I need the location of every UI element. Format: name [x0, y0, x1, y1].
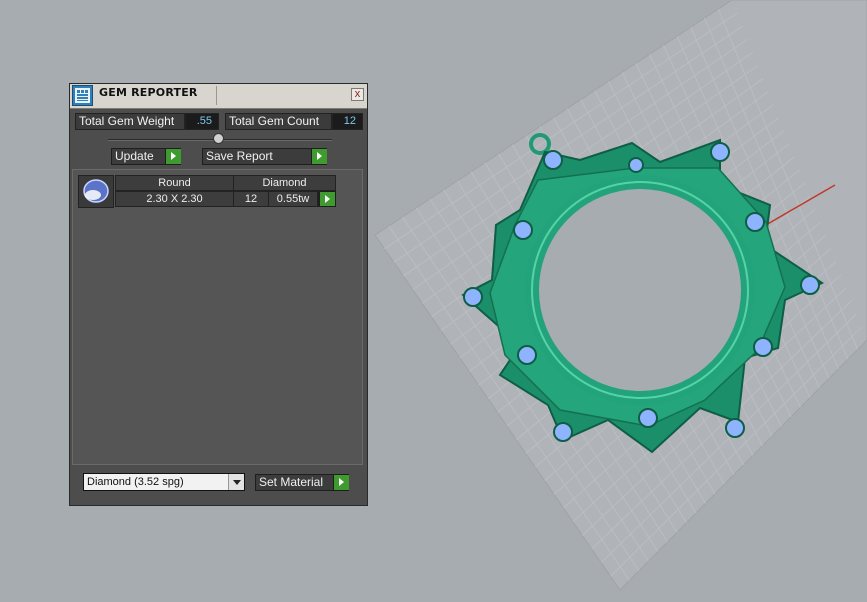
gem-shape-cell: Round [115, 175, 234, 191]
total-gem-weight-value: .55 [185, 113, 219, 130]
gem [463, 287, 483, 307]
gem-thumbnail [78, 175, 114, 208]
gem-reporter-app-icon [72, 85, 93, 106]
pendant-main-ring [525, 175, 755, 405]
gem [517, 345, 537, 365]
total-gem-count-value: 12 [332, 113, 363, 130]
play-arrow-icon [311, 149, 327, 164]
panel-titlebar[interactable]: GEM REPORTER x [70, 84, 367, 109]
gem [710, 142, 730, 162]
gem [638, 408, 658, 428]
set-material-button-label: Set Material [259, 475, 324, 489]
gem [628, 157, 644, 173]
round-gem-icon [83, 179, 109, 203]
gem-row-action-button[interactable] [318, 191, 336, 207]
material-select-value: Diamond (3.52 spg) [87, 476, 184, 488]
close-button[interactable]: x [351, 88, 364, 101]
play-arrow-icon [165, 149, 181, 164]
chevron-down-icon[interactable] [228, 474, 244, 490]
titlebar-separator [216, 86, 217, 105]
panel-slider-knob[interactable] [213, 133, 224, 144]
update-button-label: Update [115, 149, 154, 163]
material-select[interactable]: Diamond (3.52 spg) [83, 473, 245, 491]
play-arrow-icon [333, 475, 349, 490]
gem-count-cell: 12 [233, 191, 269, 207]
gem-list[interactable] [72, 169, 363, 465]
play-arrow-icon [319, 192, 335, 206]
gem [745, 212, 765, 232]
gem-weight-cell: 0.55tw [268, 191, 318, 207]
gem [800, 275, 820, 295]
gem-size-cell: 2.30 X 2.30 [115, 191, 234, 207]
gem [553, 422, 573, 442]
total-gem-count-label: Total Gem Count [225, 113, 332, 130]
set-material-button[interactable]: Set Material [255, 474, 349, 491]
gem [543, 150, 563, 170]
gem-reporter-panel: GEM REPORTER x Total Gem Weight .55 Tota… [69, 83, 368, 506]
update-button[interactable]: Update [111, 148, 181, 165]
gem [725, 418, 745, 438]
panel-title: GEM REPORTER [99, 86, 198, 99]
gem [513, 220, 533, 240]
total-gem-weight-label: Total Gem Weight [75, 113, 185, 130]
save-report-button[interactable]: Save Report [202, 148, 327, 165]
save-report-button-label: Save Report [206, 149, 273, 163]
gem-material-cell: Diamond [233, 175, 336, 191]
gem [753, 337, 773, 357]
